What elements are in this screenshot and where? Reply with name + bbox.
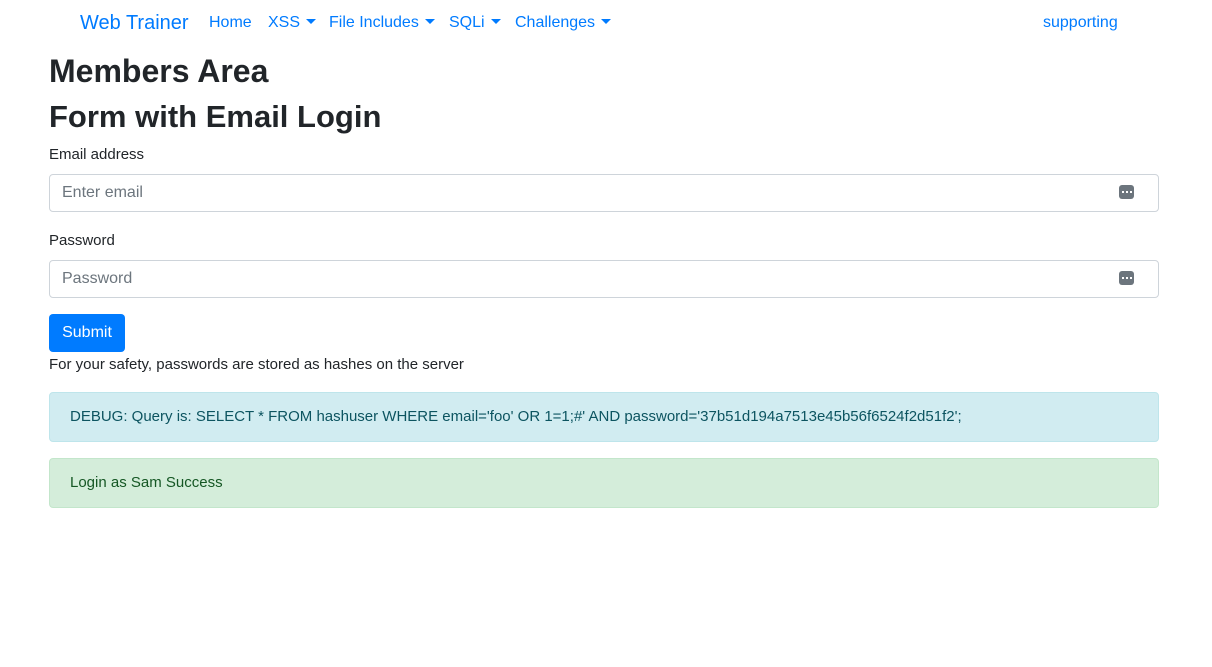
nav-supporting-link[interactable]: supporting (1043, 12, 1118, 34)
nav-home[interactable]: Home (209, 12, 252, 34)
nav-xss-label: XSS (268, 14, 301, 31)
debug-alert: DEBUG: Query is: SELECT * FROM hashuser … (49, 392, 1159, 442)
navbar: Web Trainer Home XSS File Includes SQLi … (0, 0, 1212, 46)
caret-down-icon (601, 19, 612, 24)
nav-xss-dropdown[interactable]: XSS (268, 12, 317, 34)
submit-button[interactable]: Submit (49, 314, 125, 352)
password-label: Password (49, 232, 115, 249)
autofill-keyboard-icon[interactable] (1119, 185, 1134, 199)
caret-down-icon (306, 19, 317, 24)
navbar-brand[interactable]: Web Trainer (80, 10, 189, 36)
nav-file-includes-dropdown[interactable]: File Includes (329, 12, 435, 34)
email-field-wrapper (49, 174, 1159, 212)
email-label: Email address (49, 146, 145, 163)
nav-challenges-dropdown[interactable]: Challenges (515, 12, 612, 34)
page-subtitle: Form with Email Login (49, 99, 382, 134)
email-input[interactable] (50, 175, 1158, 211)
password-input[interactable] (50, 261, 1158, 297)
caret-down-icon (490, 19, 501, 24)
password-field-wrapper (49, 260, 1159, 298)
autofill-keyboard-icon[interactable] (1119, 271, 1134, 285)
nav-sqli-dropdown[interactable]: SQLi (449, 12, 501, 34)
success-alert: Login as Sam Success (49, 458, 1159, 508)
nav-sqli-label: SQLi (449, 14, 485, 31)
nav-challenges-label: Challenges (515, 14, 596, 31)
nav-home-label: Home (209, 14, 252, 31)
page-title: Members Area (49, 53, 269, 89)
safety-note: For your safety, passwords are stored as… (49, 356, 464, 373)
nav-file-includes-label: File Includes (329, 14, 419, 31)
caret-down-icon (424, 19, 435, 24)
